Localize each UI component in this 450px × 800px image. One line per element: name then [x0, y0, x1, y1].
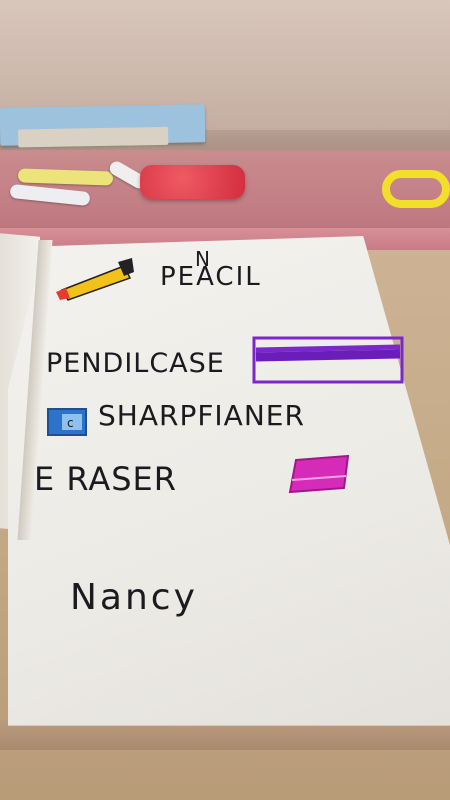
sharpener-drawing: c [47, 408, 87, 436]
word-eraser: E RASER [34, 460, 177, 498]
svg-text:c: c [67, 416, 74, 430]
word-sharpener: SHARPFIANER [98, 399, 305, 432]
name-signature: Nancy [70, 577, 198, 618]
eraser-drawing [288, 454, 350, 494]
word-pencil: PEACIL [160, 262, 262, 292]
word-pencilcase: PENDILCASE [46, 348, 225, 379]
pencilcase-drawing [252, 336, 404, 384]
pencil-drawing [56, 258, 134, 301]
photo-scene: c N PEACIL PENDILCASE SHARPFIANER E RASE… [0, 0, 450, 800]
